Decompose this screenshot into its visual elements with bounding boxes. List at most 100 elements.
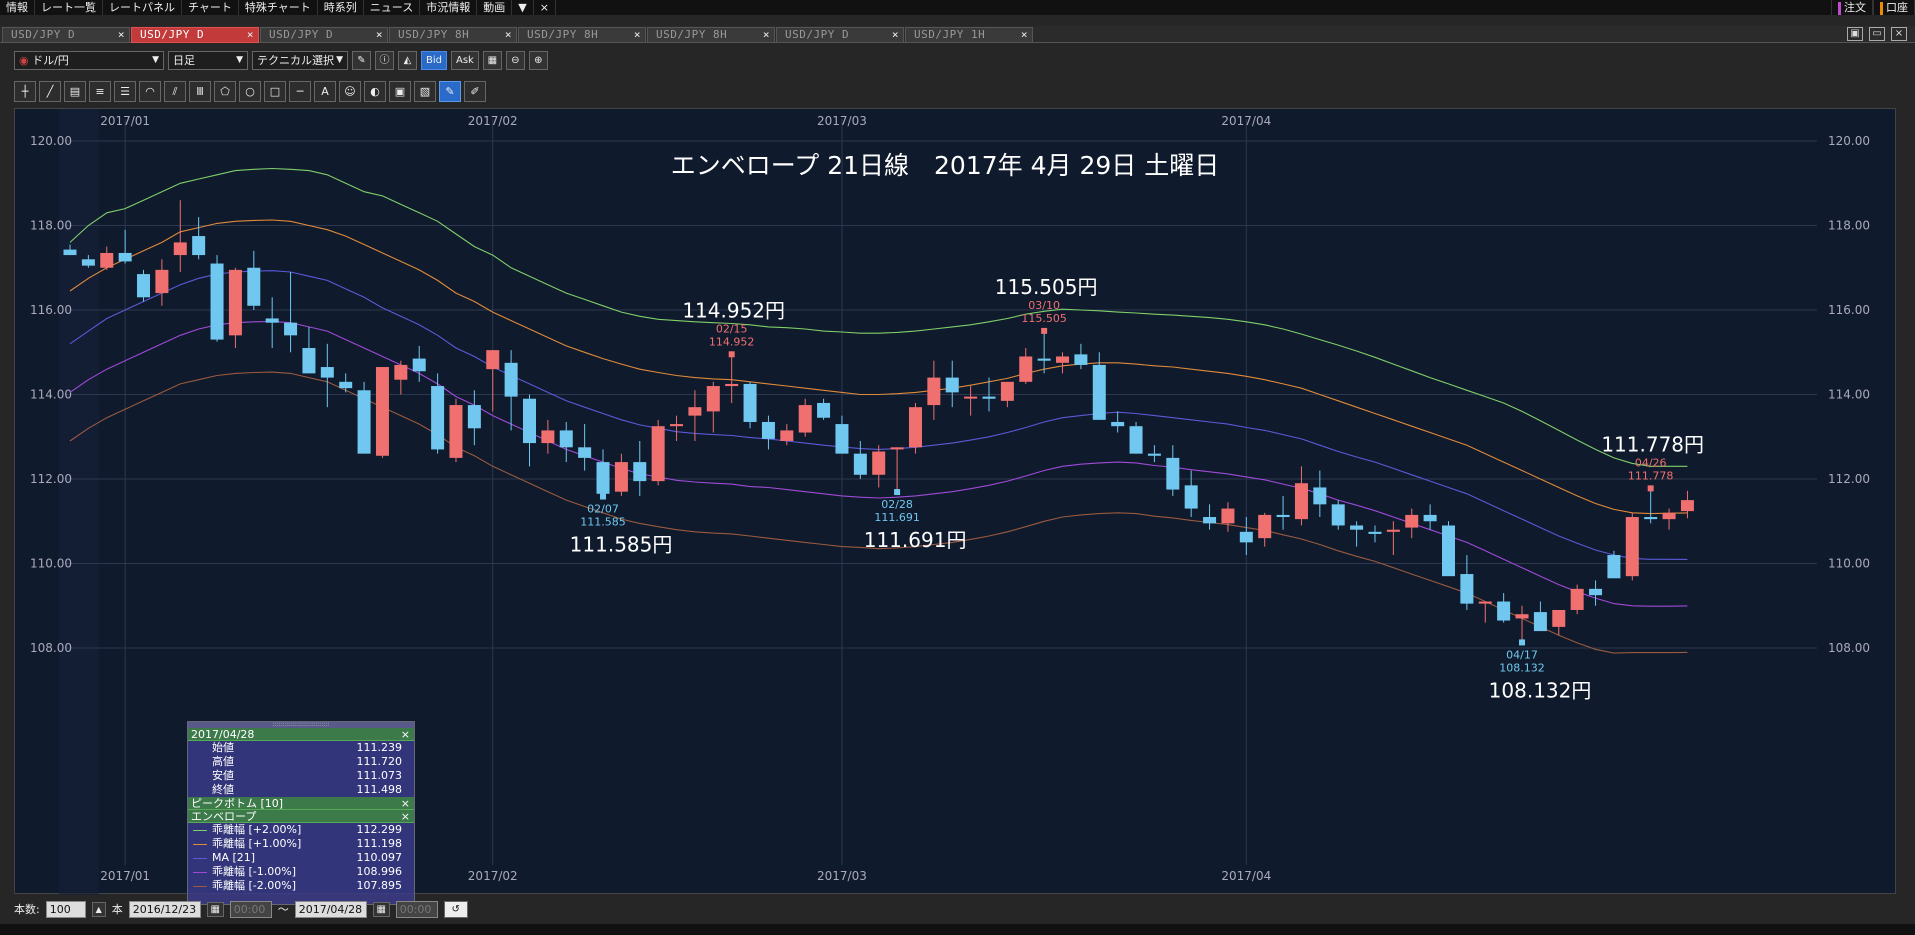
zoom-in-icon[interactable]: ⊕ <box>528 50 548 70</box>
tab-usdjpy-4[interactable]: USD/JPY 8H × <box>389 27 517 43</box>
rectangle-icon[interactable]: □ <box>264 81 286 102</box>
candle-body <box>872 451 886 475</box>
candle-body <box>412 358 426 372</box>
info-value: 111.498 <box>356 783 403 796</box>
info-key: 乖離幅 [-2.00%] <box>212 879 296 892</box>
candle-body <box>1056 356 1070 363</box>
restore-icon[interactable]: ▭ <box>1869 27 1885 41</box>
y-tick-label-right: 118.00 <box>1828 219 1870 233</box>
fan-icon[interactable]: ◠ <box>139 81 161 102</box>
candle-body <box>467 405 481 429</box>
erase-all-icon[interactable]: ✐ <box>464 81 486 102</box>
tab-close-icon[interactable]: × <box>1021 28 1028 42</box>
candle-body <box>670 424 684 427</box>
info-peak-header: ピークボトム [10] × <box>188 797 414 810</box>
zoom-out-icon[interactable]: ⊖ <box>505 50 525 70</box>
info-key: 乖離幅 [+2.00%] <box>212 823 302 836</box>
tab-usdjpy-8[interactable]: USD/JPY 1H × <box>905 27 1033 43</box>
candle-body <box>1460 574 1474 604</box>
crosshair-icon[interactable]: ┼ <box>14 81 36 102</box>
cycle-lines-icon[interactable]: Ⅲ <box>189 81 211 102</box>
info-value: 111.239 <box>356 741 403 754</box>
count-select[interactable]: 100 <box>45 900 86 918</box>
tab-usdjpy-7[interactable]: USD/JPY D × <box>776 27 904 43</box>
trendline-icon[interactable]: ╱ <box>39 81 61 102</box>
hline-icon[interactable]: ─ <box>289 81 311 102</box>
tab-close-icon[interactable]: × <box>376 28 383 42</box>
eraser-icon[interactable]: ✎ <box>439 81 461 102</box>
color-icon[interactable]: ◐ <box>364 81 386 102</box>
from-date-input[interactable]: 2016/12/23 <box>128 900 201 918</box>
menu-item-chart[interactable]: チャート <box>182 0 239 15</box>
text-icon[interactable]: A <box>314 81 336 102</box>
candle-body <box>449 405 463 458</box>
refresh-icon[interactable]: ↺ <box>443 900 468 918</box>
tab-label: USD/JPY 8H <box>527 28 599 41</box>
layers-icon[interactable]: ▣ <box>389 81 411 102</box>
account-accent-icon <box>1880 1 1883 15</box>
to-time-input[interactable]: 00:00 <box>395 900 438 918</box>
fibonacci-icon[interactable]: ☰ <box>114 81 136 102</box>
from-time-input[interactable]: 00:00 <box>229 900 272 918</box>
menu-item-video[interactable]: 動画 <box>477 0 513 15</box>
circle-icon[interactable]: ○ <box>239 81 261 102</box>
tab-close-icon[interactable]: × <box>118 28 125 42</box>
symbol-select[interactable]: ◉ ドル/円 ▼ <box>14 50 164 70</box>
close-icon[interactable]: × <box>401 797 410 810</box>
calendar-icon[interactable]: ▦ <box>372 901 390 917</box>
tab-close-icon[interactable]: × <box>892 28 899 42</box>
menu-item-time-series[interactable]: 時系列 <box>318 0 364 15</box>
calendar-icon[interactable]: ▦ <box>206 901 224 917</box>
tab-close-icon[interactable]: × <box>634 28 641 42</box>
tab-usdjpy-2[interactable]: USD/JPY D × <box>131 27 259 43</box>
mountain-chart-icon[interactable]: ◭ <box>398 50 417 70</box>
pentagon-icon[interactable]: ⬠ <box>214 81 236 102</box>
tab-close-icon[interactable]: × <box>505 28 512 42</box>
bottom-marker <box>600 493 607 500</box>
window-close-icon[interactable]: × <box>1891 27 1907 41</box>
tab-usdjpy-1[interactable]: USD/JPY D × <box>2 27 130 43</box>
channel-icon[interactable]: ▤ <box>64 81 86 102</box>
count-up-icon[interactable]: ▲ <box>91 901 106 917</box>
horizontal-lines-icon[interactable]: ≡ <box>89 81 111 102</box>
period-select[interactable]: 日足 ▼ <box>168 50 248 70</box>
ask-button[interactable]: Ask <box>451 50 479 70</box>
tab-usdjpy-5[interactable]: USD/JPY 8H × <box>518 27 646 43</box>
close-icon[interactable]: × <box>401 728 410 741</box>
menu-item-market-info[interactable]: 市況情報 <box>420 0 478 15</box>
order-button[interactable]: 注文 <box>1831 0 1873 15</box>
info-icon[interactable]: ⓘ <box>375 50 394 70</box>
maximize-icon[interactable]: ▣ <box>1847 27 1863 41</box>
data-info-panel[interactable]: :::::::::::::::::::::::::::: 2017/04/28 ×… <box>187 721 415 905</box>
account-button[interactable]: 口座 <box>1873 0 1915 15</box>
to-date-input[interactable]: 2017/04/28 <box>294 900 367 918</box>
chart-settings-icon[interactable]: ▦ <box>482 50 502 70</box>
close-icon[interactable]: × <box>401 810 410 823</box>
peak-big-label: 114.952円 <box>682 298 785 322</box>
x-tick-label-top: 2017/02 <box>468 114 518 128</box>
candlestick-chart[interactable]: 120.00 120.00 118.00 118.00 116.00 116.00 114.… <box>14 108 1896 905</box>
bid-button[interactable]: Bid <box>421 50 447 70</box>
tab-usdjpy-6[interactable]: USD/JPY 8H × <box>647 27 775 43</box>
menu-item-news[interactable]: ニュース <box>364 0 421 15</box>
tab-usdjpy-3[interactable]: USD/JPY D × <box>260 27 388 43</box>
menu-more-icon[interactable]: ▼ <box>512 0 534 15</box>
copy-icon[interactable]: ▧ <box>414 81 436 102</box>
chart-toolbar: ◉ ドル/円 ▼ 日足 ▼ テクニカル選択 ▼ ✎ ⓘ ◭ Bid Ask ▦ ⊖ ⊕ <box>14 50 548 70</box>
menu-item-info[interactable]: 情報 <box>0 0 35 15</box>
tab-close-icon[interactable]: × <box>247 28 254 42</box>
y-tick-label-right: 110.00 <box>1828 557 1870 571</box>
gann-icon[interactable]: ⫽ <box>164 81 186 102</box>
menu-close-icon[interactable]: × <box>534 0 556 15</box>
icon-stamp-icon[interactable]: ☺ <box>339 81 361 102</box>
candle-body <box>1000 381 1014 401</box>
menu-item-special-chart[interactable]: 特殊チャート <box>239 0 318 15</box>
bottom-big-label: 108.132円 <box>1489 678 1592 702</box>
pen-icon[interactable]: ✎ <box>352 50 371 70</box>
candle-body <box>688 407 702 416</box>
technical-select[interactable]: テクニカル選択 ▼ <box>252 50 348 70</box>
tab-close-icon[interactable]: × <box>763 28 770 42</box>
menu-item-rate-panel[interactable]: レートパネル <box>103 0 182 15</box>
candle-body <box>173 242 187 256</box>
menu-item-rate-list[interactable]: レート一覧 <box>35 0 103 15</box>
